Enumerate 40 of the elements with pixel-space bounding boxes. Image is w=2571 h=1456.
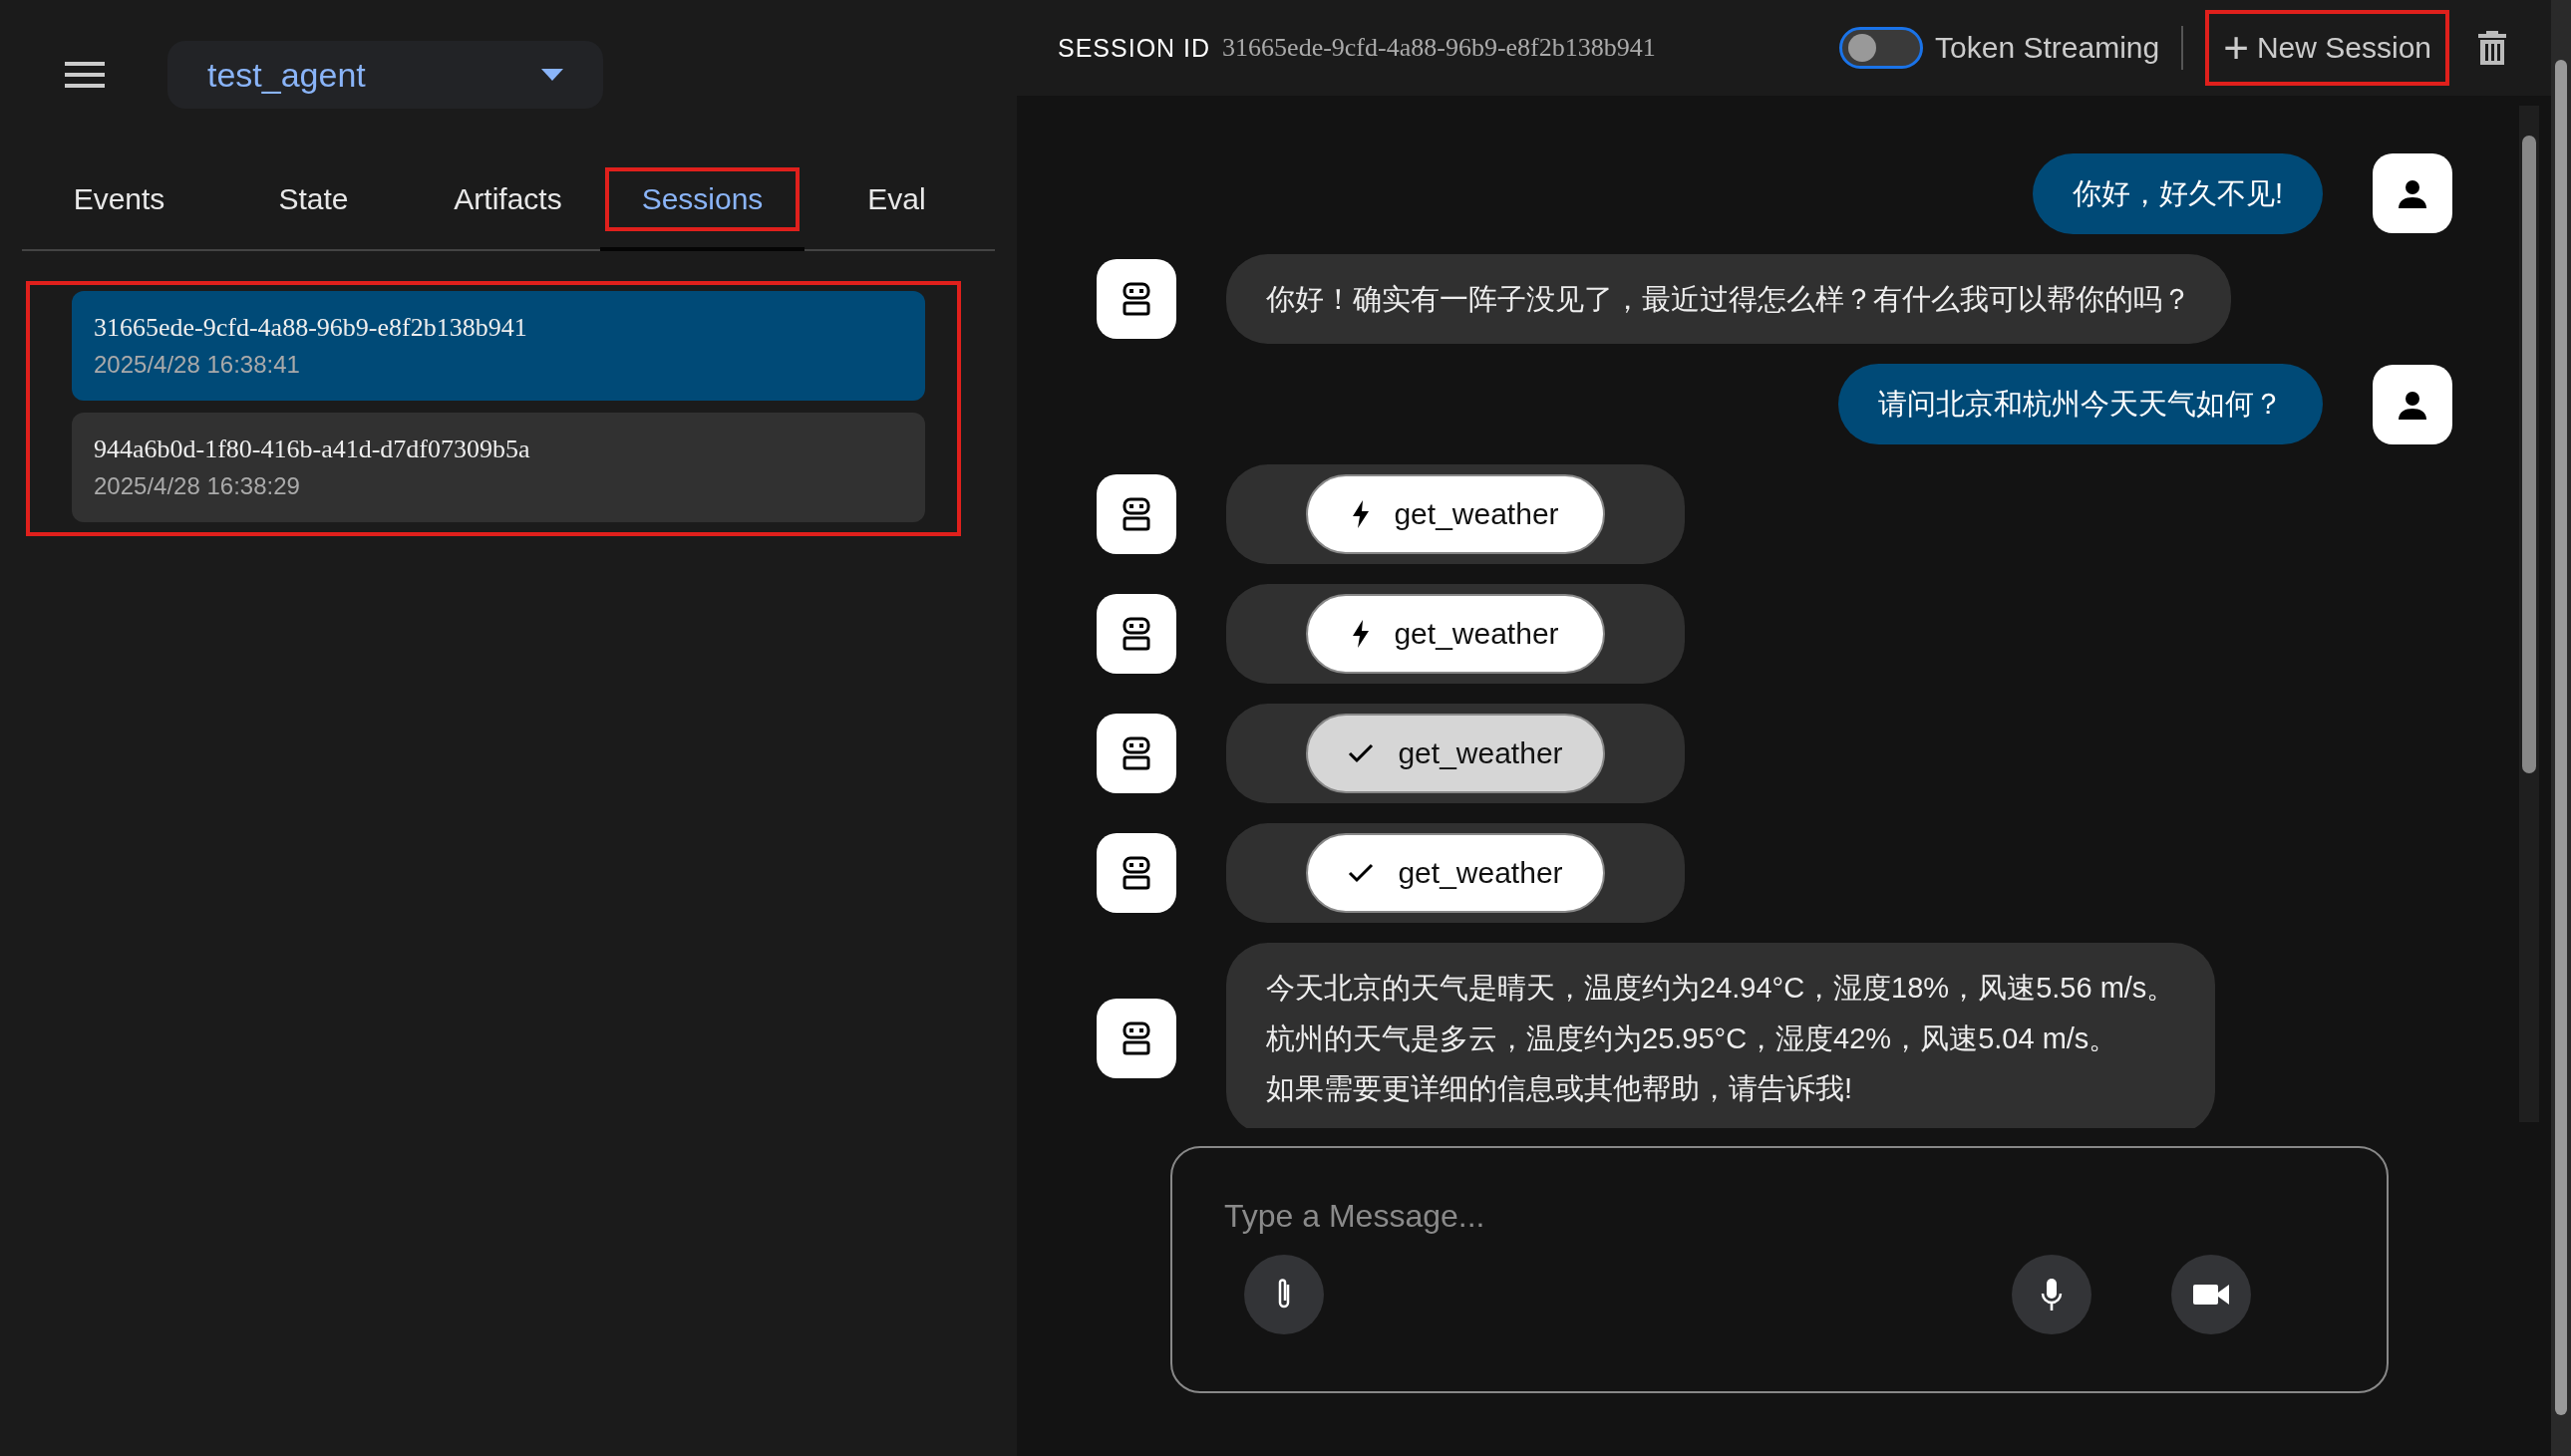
message-bubble: 请问北京和杭州今天天气如何？ bbox=[1838, 364, 2323, 444]
caret-icon bbox=[541, 69, 563, 81]
message-input[interactable]: Type a Message... bbox=[1224, 1198, 2335, 1235]
function-chip[interactable]: get_weather bbox=[1306, 473, 1605, 554]
session-id: 31665ede-9cfd-4a88-96b9-e8f2b138b941 bbox=[94, 313, 528, 343]
session-time: 2025/4/28 16:38:29 bbox=[94, 472, 301, 500]
session-item[interactable]: 31665ede-9cfd-4a88-96b9-e8f2b138b941 2025/4/28 16:38:41 bbox=[72, 291, 925, 401]
function-chip[interactable]: get_weather bbox=[1306, 713, 1605, 793]
scrollbar[interactable] bbox=[2519, 106, 2539, 1122]
function-chip[interactable]: get_weather bbox=[1306, 593, 1605, 674]
lightning-icon bbox=[1352, 499, 1371, 528]
trash-icon bbox=[2477, 30, 2507, 66]
message-line: 今天北京的天气是晴天，温度约为24.94°C，湿度18%，风速5.56 m/s。 bbox=[1266, 970, 2176, 1006]
tab[interactable]: State bbox=[260, 170, 367, 228]
session-label: SESSION ID bbox=[1058, 33, 1211, 63]
message-line: 杭州的天气是多云，温度约为25.95°C，湿度42%，风速5.04 m/s。 bbox=[1266, 1020, 2119, 1056]
message-bubble: 你好，好久不见! bbox=[2032, 153, 2323, 234]
lightning-icon bbox=[1352, 619, 1371, 648]
session-id: 31665ede-9cfd-4a88-96b9-e8f2b138b941 bbox=[1222, 33, 1656, 63]
session-item[interactable]: 944a6b0d-1f80-416b-a41d-d7df07309b5a 2025/4/28 16:38:29 bbox=[72, 413, 925, 522]
function-chip[interactable]: get_weather bbox=[1306, 832, 1605, 913]
microphone-icon bbox=[2040, 1277, 2064, 1312]
message-bubble: 你好！确实有一阵子没见了，最近过得怎么样？有什么我可以帮你的吗？ bbox=[1226, 253, 2231, 345]
tab[interactable]: Events bbox=[55, 170, 183, 228]
checkmark-icon bbox=[1348, 862, 1375, 883]
toggle-switch[interactable] bbox=[1839, 27, 1924, 69]
tab[interactable]: Eval bbox=[849, 170, 944, 228]
checkmark-icon bbox=[1348, 742, 1375, 763]
message-line: 如果需要更详细的信息或其他帮助，请告诉我! bbox=[1266, 1071, 1854, 1107]
menu-icon bbox=[65, 60, 105, 90]
scrollbar[interactable] bbox=[2551, 0, 2571, 1456]
tab[interactable]: Sessions bbox=[631, 174, 774, 224]
session-time: 2025/4/28 16:38:41 bbox=[94, 351, 301, 379]
agent-dropdown[interactable]: test_agent bbox=[167, 41, 603, 109]
toggle-label: Token Streaming bbox=[1935, 31, 2160, 65]
tab[interactable]: Artifacts bbox=[436, 170, 580, 228]
session-id: 944a6b0d-1f80-416b-a41d-d7df07309b5a bbox=[94, 435, 531, 464]
new-session-button[interactable]: + New Session bbox=[2213, 20, 2441, 76]
agent-name: test_agent bbox=[207, 55, 366, 95]
video-camera-icon bbox=[2192, 1282, 2230, 1308]
